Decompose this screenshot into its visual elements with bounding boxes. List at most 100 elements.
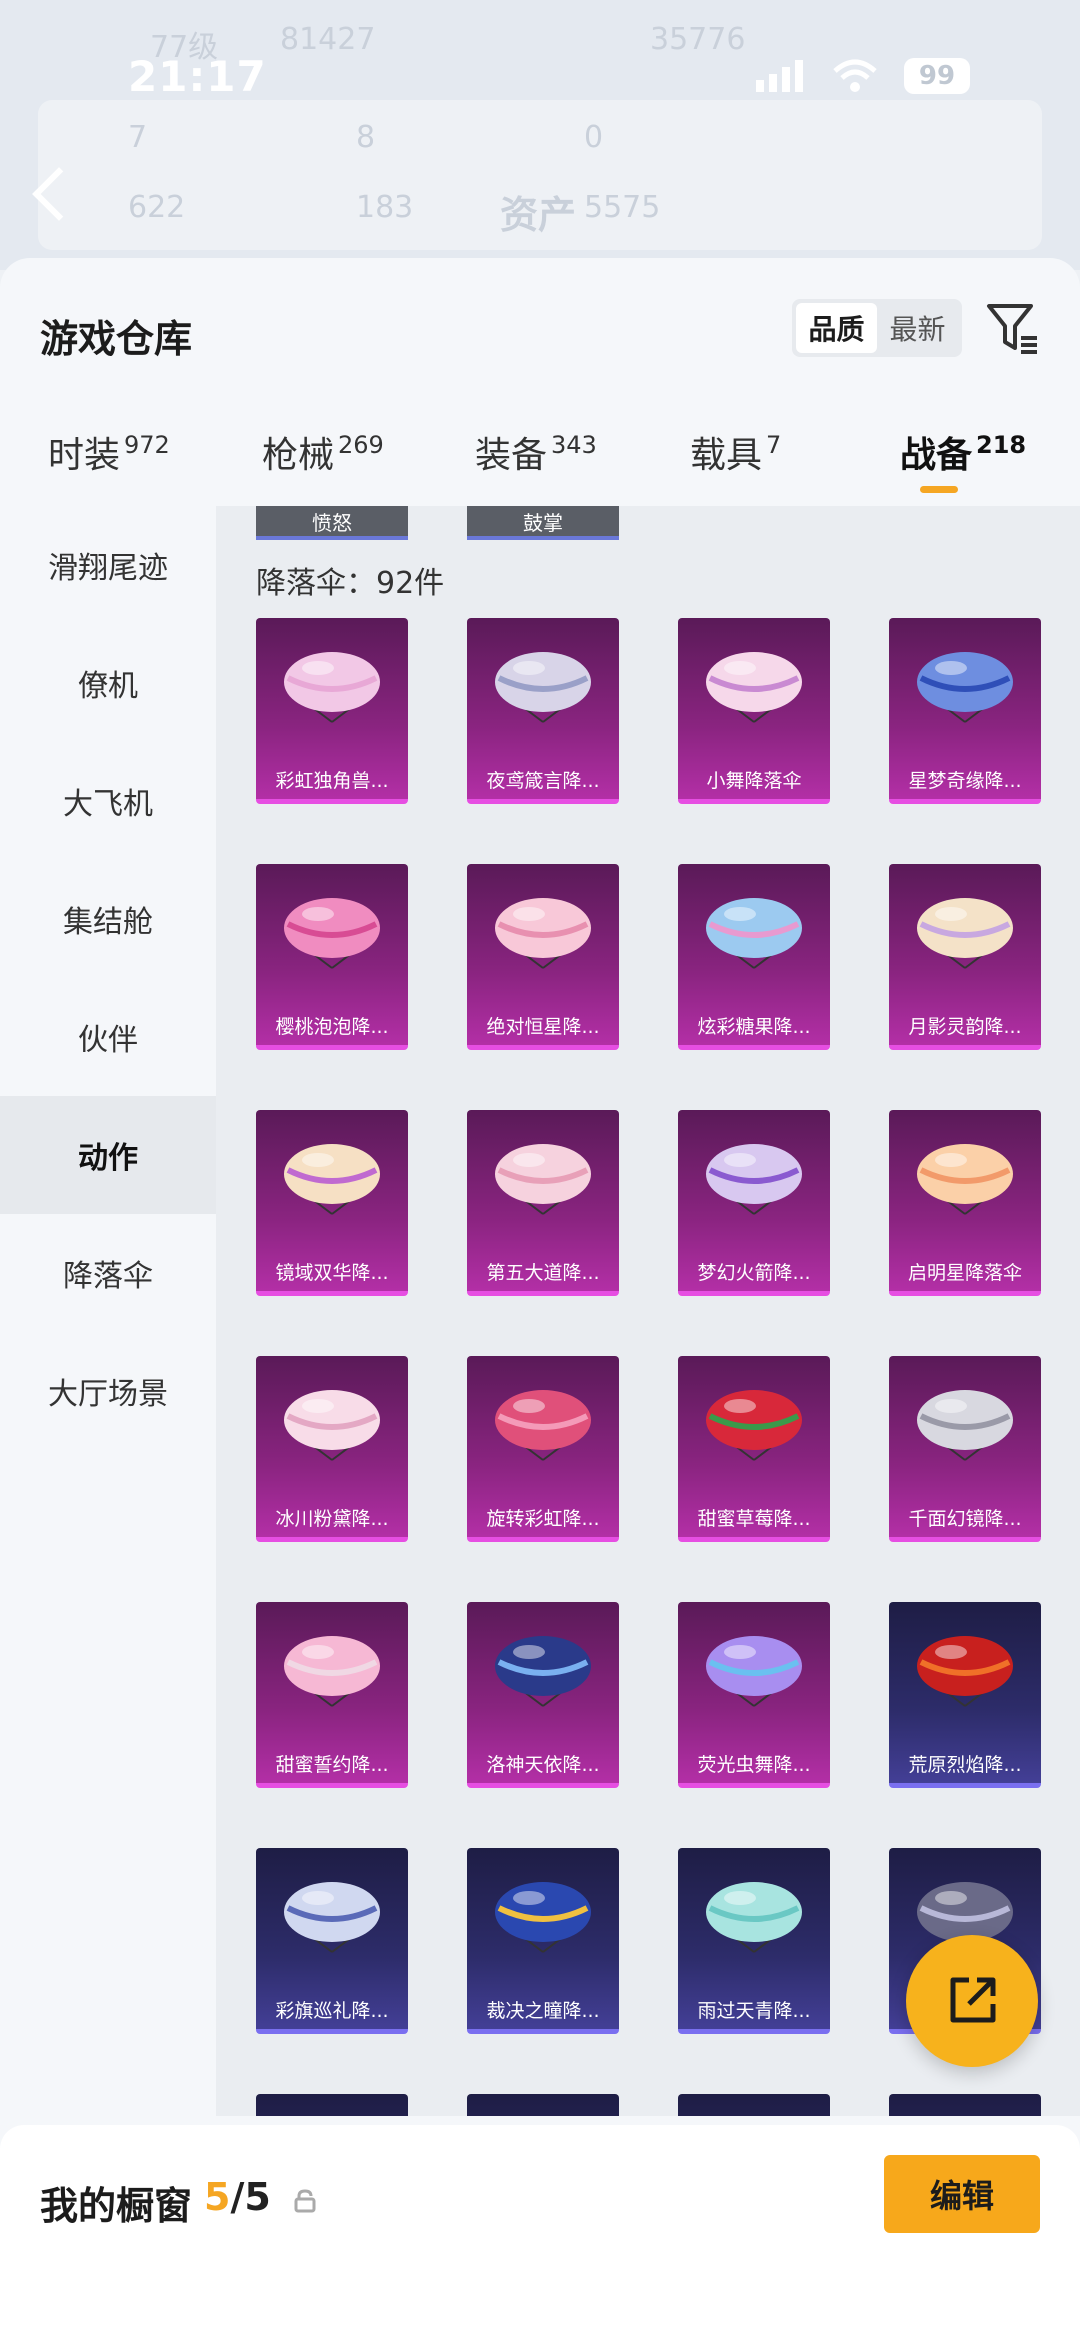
sidebar-item-emote[interactable]: 动作: [0, 1096, 216, 1214]
parachute-card[interactable]: 彩旗巡礼降...: [256, 1848, 408, 2034]
battery-indicator: 99: [904, 58, 970, 94]
parachute-card[interactable]: 雨过天青降...: [678, 1848, 830, 2034]
parachute-icon: [917, 898, 1013, 969]
tab-count: 269: [338, 431, 384, 459]
warehouse-sheet: 游戏仓库 品质 最新 时装 972 枪械 269 装备 343 载具 7 战备 218 滑…: [0, 258, 1080, 2347]
sort-quality-button[interactable]: 品质: [796, 303, 877, 353]
sidebar-item-partner[interactable]: 伙伴: [0, 978, 216, 1096]
parachute-name: 星梦奇缘降...: [908, 770, 1022, 792]
parachute-card[interactable]: 星梦奇缘降...: [889, 618, 1041, 804]
sidebar-item-assembly-pod[interactable]: 集结舱: [0, 860, 216, 978]
parachute-card[interactable]: [467, 2094, 619, 2116]
sort-latest-button[interactable]: 最新: [877, 303, 958, 353]
share-button[interactable]: [906, 1935, 1038, 2067]
parachute-card[interactable]: [256, 2094, 408, 2116]
parachute-card[interactable]: 旋转彩虹降...: [467, 1356, 619, 1542]
tab-vehicles[interactable]: 载具 7: [690, 426, 781, 478]
parachute-name: 荧光虫舞降...: [697, 1754, 811, 1776]
sidebar-item-parachute[interactable]: 降落伞: [0, 1214, 216, 1332]
parachute-icon: [495, 1882, 591, 1953]
parachute-card[interactable]: 月影灵韵降...: [889, 864, 1041, 1050]
signal-icon: [756, 60, 803, 92]
parachute-card[interactable]: 小舞降落伞: [678, 618, 830, 804]
status-time: 21:17: [128, 52, 267, 101]
parachute-icon: [284, 1144, 380, 1215]
sidebar-item-glide-trail[interactable]: 滑翔尾迹: [0, 506, 216, 624]
parachute-name: 梦幻火箭降...: [697, 1262, 811, 1284]
emote-chip[interactable]: 愤怒: [256, 506, 408, 540]
parachute-card[interactable]: 冰川粉黛降...: [256, 1356, 408, 1542]
parachute-name: 甜蜜誓约降...: [275, 1754, 389, 1776]
sort-toggle: 品质 最新: [792, 299, 962, 357]
parachute-name: 镜域双华降...: [275, 1262, 389, 1284]
bg-stat-d: 622: [128, 190, 186, 225]
edit-button[interactable]: 编辑: [884, 2155, 1040, 2233]
parachute-card[interactable]: 夜鸢箴言降...: [467, 618, 619, 804]
parachute-card[interactable]: 绝对恒星降...: [467, 864, 619, 1050]
parachute-name: 洛神天依降...: [486, 1754, 600, 1776]
tab-label: 载具: [690, 435, 763, 476]
background-header: 77级 81427 35776 7 8 0 622 183 资产 5575 21…: [0, 0, 1080, 270]
parachute-card[interactable]: [678, 2094, 830, 2116]
parachute-icon: [284, 898, 380, 969]
parachute-card[interactable]: 荧光虫舞降...: [678, 1602, 830, 1788]
showcase-label: 我的橱窗: [40, 2184, 193, 2228]
parachute-card[interactable]: 甜蜜誓约降...: [256, 1602, 408, 1788]
bg-stat-a: 7: [128, 120, 148, 155]
bg-score1: 81427: [280, 22, 376, 57]
parachute-name: 冰川粉黛降...: [275, 1508, 389, 1530]
parachute-name: 炫彩糖果降...: [697, 1016, 811, 1038]
parachute-icon: [917, 1144, 1013, 1215]
tab-equipment[interactable]: 装备 343: [475, 426, 597, 478]
sidebar: 滑翔尾迹 僚机 大飞机 集结舱 伙伴 动作 降落伞 大厅场景: [0, 506, 216, 2347]
parachute-card[interactable]: [889, 2094, 1041, 2116]
tab-guns[interactable]: 枪械 269: [262, 426, 384, 478]
parachute-card[interactable]: 梦幻火箭降...: [678, 1110, 830, 1296]
parachute-card[interactable]: 荒原烈焰降...: [889, 1602, 1041, 1788]
parachute-card[interactable]: 千面幻镜降...: [889, 1356, 1041, 1542]
sidebar-item-lobby-scene[interactable]: 大厅场景: [0, 1332, 216, 1450]
parachute-card[interactable]: 彩虹独角兽...: [256, 618, 408, 804]
bg-assets-label: 资产: [500, 193, 577, 237]
parachute-name: 荒原烈焰降...: [908, 1754, 1022, 1776]
parachute-card[interactable]: 镜域双华降...: [256, 1110, 408, 1296]
filter-icon[interactable]: [985, 300, 1041, 356]
parachute-name: 彩虹独角兽...: [275, 770, 389, 792]
parachute-name: 彩旗巡礼降...: [275, 2000, 389, 2022]
wifi-icon: [833, 59, 877, 92]
parachute-card[interactable]: 樱桃泡泡降...: [256, 864, 408, 1050]
share-icon: [950, 1977, 996, 2023]
parachute-card[interactable]: 启明星降落伞: [889, 1110, 1041, 1296]
tab-battle-gear[interactable]: 战备 218: [900, 426, 1026, 478]
parachute-name: 雨过天青降...: [697, 2000, 811, 2022]
parachute-icon: [706, 898, 802, 969]
tab-active-indicator: [920, 486, 958, 493]
parachute-name: 小舞降落伞: [706, 770, 802, 792]
bg-stat-c: 0: [584, 120, 604, 155]
tab-fashion[interactable]: 时装 972: [48, 426, 170, 478]
sidebar-item-wingman[interactable]: 僚机: [0, 624, 216, 742]
tab-label: 枪械: [262, 435, 335, 476]
parachute-card[interactable]: 炫彩糖果降...: [678, 864, 830, 1050]
emote-chip[interactable]: 鼓掌: [467, 506, 619, 540]
parachute-icon: [495, 652, 591, 723]
parachute-name: 第五大道降...: [486, 1262, 600, 1284]
parachute-icon: [917, 652, 1013, 723]
tab-count: 218: [976, 431, 1027, 459]
parachute-icon: [917, 1390, 1013, 1461]
item-content: 愤怒 鼓掌 降落伞：92件 彩虹独角兽... 夜鸢箴言降... 小舞降落伞 星梦奇缘降…: [216, 506, 1080, 2116]
parachute-icon: [706, 652, 802, 723]
parachute-card[interactable]: 第五大道降...: [467, 1110, 619, 1296]
bg-score2: 35776: [650, 22, 746, 57]
parachute-name: 千面幻镜降...: [908, 1508, 1022, 1530]
sidebar-item-big-plane[interactable]: 大飞机: [0, 742, 216, 860]
tab-label: 战备: [900, 435, 973, 476]
showcase-count: 5/5: [204, 2175, 271, 2219]
parachute-card[interactable]: 裁决之瞳降...: [467, 1848, 619, 2034]
parachute-card[interactable]: 甜蜜草莓降...: [678, 1356, 830, 1542]
parachute-name: 樱桃泡泡降...: [275, 1016, 389, 1038]
parachute-name: 月影灵韵降...: [908, 1016, 1022, 1038]
tab-label: 装备: [475, 435, 548, 476]
parachute-name: 裁决之瞳降...: [486, 2000, 600, 2022]
parachute-card[interactable]: 洛神天依降...: [467, 1602, 619, 1788]
